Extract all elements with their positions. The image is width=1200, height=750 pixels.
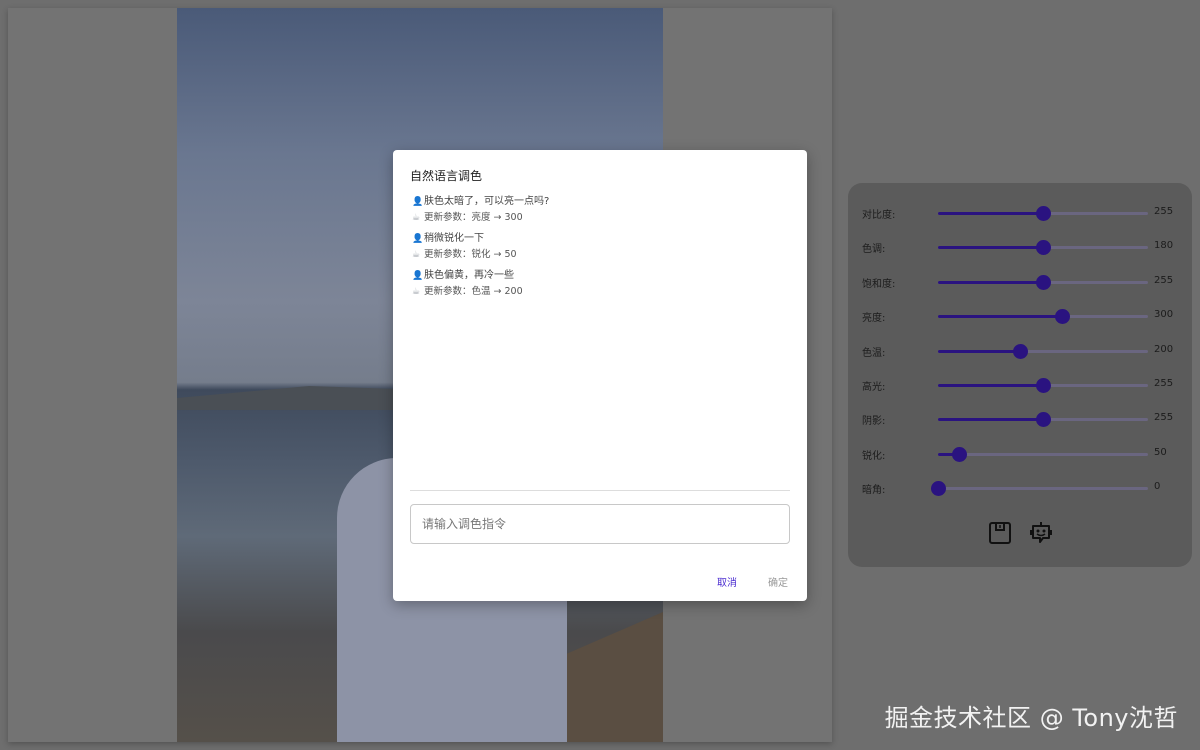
message-text: 更新参数：亮度 → 300 bbox=[424, 212, 523, 223]
bot-icon: ☕ bbox=[412, 210, 424, 226]
divider bbox=[410, 490, 790, 491]
bot-reply: ☕更新参数：锐化 → 50 bbox=[412, 247, 792, 263]
adjustment-row: 高光: 255 bbox=[848, 375, 1192, 395]
slider-thumb[interactable] bbox=[1013, 344, 1028, 359]
adjustment-panel: 对比度: 255 色调: 180 饱和度: 255 亮度: 300 色温: 200 高光:… bbox=[848, 183, 1192, 567]
bot-reply: ☕更新参数：色温 → 200 bbox=[412, 284, 792, 300]
adjustment-label: 对比度: bbox=[862, 206, 895, 221]
adjustment-row: 饱和度: 255 bbox=[848, 272, 1192, 292]
dialog-title: 自然语言调色 bbox=[410, 167, 482, 184]
user-message: 👤稍微锐化一下 bbox=[412, 231, 792, 247]
message-text: 稍微锐化一下 bbox=[424, 233, 484, 244]
user-message: 👤肤色偏黄，再冷一些 bbox=[412, 268, 792, 284]
adjustment-value: 255 bbox=[1154, 206, 1173, 217]
adjustment-slider[interactable] bbox=[938, 212, 1148, 215]
adjustment-label: 锐化: bbox=[862, 447, 885, 462]
slider-fill bbox=[938, 418, 1043, 421]
adjustment-label: 暗角: bbox=[862, 481, 885, 496]
cancel-button[interactable]: 取消 bbox=[717, 574, 737, 589]
user-icon: 👤 bbox=[412, 268, 424, 284]
slider-fill bbox=[938, 246, 1043, 249]
adjustment-value: 255 bbox=[1154, 275, 1173, 286]
adjustment-row: 色调: 180 bbox=[848, 237, 1192, 257]
color-command-input[interactable] bbox=[410, 504, 790, 544]
watermark: 掘金技术社区 @ Tony沈哲 bbox=[885, 698, 1178, 733]
save-icon[interactable] bbox=[987, 520, 1013, 546]
adjustment-value: 0 bbox=[1154, 481, 1160, 492]
adjustment-label: 色温: bbox=[862, 344, 885, 359]
adjustment-value: 255 bbox=[1154, 378, 1173, 389]
slider-fill bbox=[938, 350, 1020, 353]
slider-thumb[interactable] bbox=[1036, 412, 1051, 427]
adjustment-slider[interactable] bbox=[938, 281, 1148, 284]
adjustment-value: 255 bbox=[1154, 412, 1173, 423]
slider-thumb[interactable] bbox=[952, 447, 967, 462]
natural-language-color-dialog: 自然语言调色 👤肤色太暗了，可以亮一点吗?☕更新参数：亮度 → 300👤稍微锐化… bbox=[393, 150, 807, 601]
ai-assistant-icon[interactable] bbox=[1028, 520, 1054, 546]
adjustment-label: 高光: bbox=[862, 378, 885, 393]
adjustment-value: 300 bbox=[1154, 309, 1173, 320]
adjustment-value: 180 bbox=[1154, 240, 1173, 251]
adjustment-slider[interactable] bbox=[938, 246, 1148, 249]
slider-thumb[interactable] bbox=[1036, 206, 1051, 221]
adjustment-slider[interactable] bbox=[938, 315, 1148, 318]
adjustment-row: 暗角: 0 bbox=[848, 478, 1192, 498]
adjustment-label: 饱和度: bbox=[862, 275, 895, 290]
confirm-button[interactable]: 确定 bbox=[768, 574, 788, 589]
adjustment-label: 阴影: bbox=[862, 412, 885, 427]
adjustment-slider[interactable] bbox=[938, 418, 1148, 421]
adjustment-slider[interactable] bbox=[938, 350, 1148, 353]
adjustment-label: 色调: bbox=[862, 240, 885, 255]
adjustment-slider[interactable] bbox=[938, 487, 1148, 490]
adjustment-slider[interactable] bbox=[938, 453, 1148, 456]
slider-fill bbox=[938, 315, 1062, 318]
slider-thumb[interactable] bbox=[931, 481, 946, 496]
adjustment-row: 色温: 200 bbox=[848, 341, 1192, 361]
bot-icon: ☕ bbox=[412, 284, 424, 300]
message-text: 肤色偏黄，再冷一些 bbox=[424, 270, 514, 281]
slider-fill bbox=[938, 212, 1043, 215]
slider-thumb[interactable] bbox=[1036, 275, 1051, 290]
chat-history: 👤肤色太暗了，可以亮一点吗?☕更新参数：亮度 → 300👤稍微锐化一下☕更新参数… bbox=[412, 194, 792, 305]
photo-land bbox=[177, 380, 397, 410]
adjustment-row: 锐化: 50 bbox=[848, 444, 1192, 464]
message-text: 更新参数：锐化 → 50 bbox=[424, 249, 517, 260]
slider-fill bbox=[938, 281, 1043, 284]
user-icon: 👤 bbox=[412, 231, 424, 247]
bot-reply: ☕更新参数：亮度 → 300 bbox=[412, 210, 792, 226]
adjustment-row: 对比度: 255 bbox=[848, 203, 1192, 223]
bot-icon: ☕ bbox=[412, 247, 424, 263]
adjustment-value: 200 bbox=[1154, 344, 1173, 355]
message-text: 更新参数：色温 → 200 bbox=[424, 286, 523, 297]
adjustment-slider[interactable] bbox=[938, 384, 1148, 387]
slider-fill bbox=[938, 384, 1043, 387]
user-icon: 👤 bbox=[412, 194, 424, 210]
adjustment-label: 亮度: bbox=[862, 309, 885, 324]
slider-thumb[interactable] bbox=[1055, 309, 1070, 324]
slider-thumb[interactable] bbox=[1036, 240, 1051, 255]
user-message: 👤肤色太暗了，可以亮一点吗? bbox=[412, 194, 792, 210]
message-text: 肤色太暗了，可以亮一点吗? bbox=[424, 196, 549, 207]
adjustment-value: 50 bbox=[1154, 447, 1167, 458]
adjustment-row: 亮度: 300 bbox=[848, 306, 1192, 326]
slider-thumb[interactable] bbox=[1036, 378, 1051, 393]
adjustment-row: 阴影: 255 bbox=[848, 409, 1192, 429]
